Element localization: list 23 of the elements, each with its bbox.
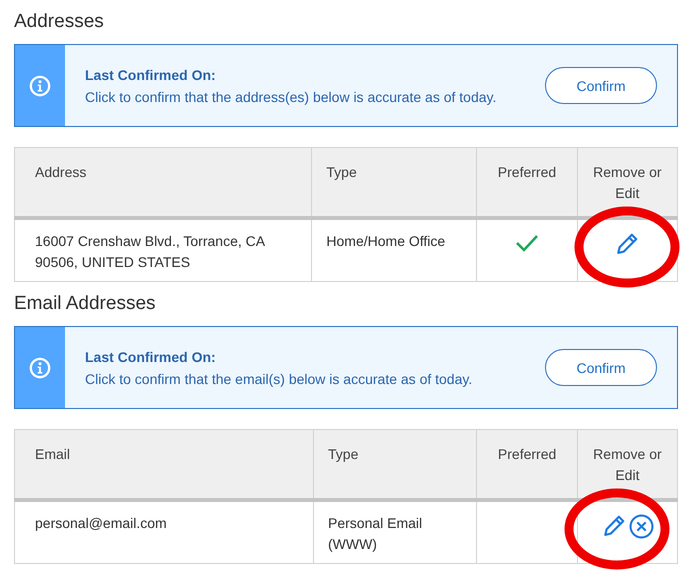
table-cell-text: 16007 Crenshaw Blvd., Torrance, CA 90506, UNITED STATES — [35, 232, 266, 272]
section-title: Addresses — [14, 10, 105, 34]
column-header: Address — [14, 148, 312, 218]
confirm-button[interactable]: Confirm — [545, 67, 657, 104]
column-header: Preferred — [476, 148, 578, 218]
column-header: Email — [14, 430, 314, 500]
table-cell: Personal Email (WWW) — [328, 515, 422, 552]
column-header: Remove or Edit — [577, 430, 678, 500]
banner-message: Click to confirm that the email(s) below is accurate as of today. — [85, 370, 474, 386]
section-title: Email Addresses — [14, 292, 157, 316]
banner-message: Click to confirm that the address(es) below is accurate as of today. — [85, 88, 498, 104]
banner-heading: Last Confirmed On: — [85, 348, 217, 364]
info-icon — [29, 74, 51, 96]
column-header: Type — [312, 148, 477, 218]
table-cell: Home/Home Office — [326, 233, 446, 249]
info-icon — [29, 356, 51, 378]
column-header: Remove or Edit — [577, 148, 678, 218]
confirm-button[interactable]: Confirm — [545, 349, 657, 386]
remove-icon[interactable] — [628, 514, 654, 538]
column-header: Preferred — [476, 430, 578, 500]
banner-heading: Last Confirmed On: — [85, 66, 217, 82]
column-header: Type — [314, 430, 477, 500]
table-cell-text: personal@email.com — [35, 514, 167, 533]
